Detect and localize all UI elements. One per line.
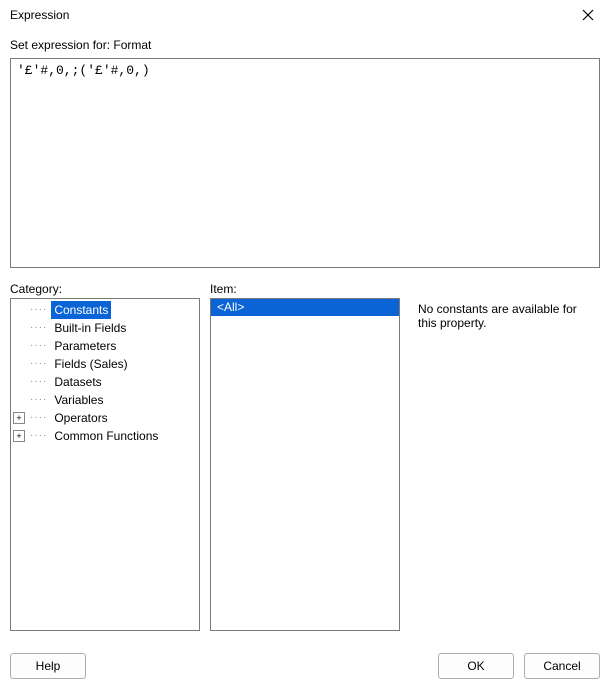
expand-icon[interactable]: + bbox=[13, 412, 25, 424]
item-label: Item: bbox=[210, 282, 400, 296]
item-list-item[interactable]: <All> bbox=[211, 299, 399, 316]
category-tree-label: Datasets bbox=[51, 373, 104, 391]
help-button[interactable]: Help bbox=[10, 653, 86, 679]
cancel-button[interactable]: Cancel bbox=[524, 653, 600, 679]
dialog-content: Set expression for: Format Category: Ite… bbox=[0, 30, 610, 641]
category-tree-label: Fields (Sales) bbox=[51, 355, 130, 373]
close-button[interactable] bbox=[568, 1, 608, 29]
tree-indent bbox=[13, 322, 25, 334]
tree-connector-icon: ···· bbox=[30, 409, 47, 427]
tree-indent bbox=[13, 358, 25, 370]
category-tree-item[interactable]: ····Built-in Fields bbox=[11, 319, 199, 337]
category-tree-item[interactable]: ····Fields (Sales) bbox=[11, 355, 199, 373]
panel-labels: Category: Item: bbox=[10, 282, 600, 296]
close-icon bbox=[582, 9, 594, 21]
category-tree-label: Parameters bbox=[51, 337, 119, 355]
expression-input[interactable] bbox=[10, 58, 600, 268]
category-tree-label: Variables bbox=[51, 391, 106, 409]
category-tree-item[interactable]: + ····Operators bbox=[11, 409, 199, 427]
category-tree-label: Built-in Fields bbox=[51, 319, 129, 337]
expand-icon[interactable]: + bbox=[13, 430, 25, 442]
dialog-footer: Help OK Cancel bbox=[0, 641, 610, 691]
dialog-title: Expression bbox=[10, 8, 568, 22]
panels-row: ····Constants····Built-in Fields····Para… bbox=[10, 298, 600, 631]
category-tree: ····Constants····Built-in Fields····Para… bbox=[11, 299, 199, 447]
category-tree-item[interactable]: ····Datasets bbox=[11, 373, 199, 391]
category-tree-label: Common Functions bbox=[51, 427, 161, 445]
category-tree-item[interactable]: ····Variables bbox=[11, 391, 199, 409]
tree-connector-icon: ···· bbox=[30, 373, 47, 391]
help-panel: No constants are available for this prop… bbox=[410, 298, 600, 631]
tree-connector-icon: ···· bbox=[30, 337, 47, 355]
tree-connector-icon: ···· bbox=[30, 391, 47, 409]
tree-indent bbox=[13, 376, 25, 388]
category-tree-label: Constants bbox=[51, 301, 111, 319]
ok-button[interactable]: OK bbox=[438, 653, 514, 679]
category-panel[interactable]: ····Constants····Built-in Fields····Para… bbox=[10, 298, 200, 631]
category-label: Category: bbox=[10, 282, 200, 296]
category-tree-item[interactable]: ····Parameters bbox=[11, 337, 199, 355]
tree-indent bbox=[13, 394, 25, 406]
tree-indent bbox=[13, 304, 25, 316]
titlebar: Expression bbox=[0, 0, 610, 30]
tree-connector-icon: ···· bbox=[30, 355, 47, 373]
tree-connector-icon: ···· bbox=[30, 427, 47, 445]
tree-connector-icon: ···· bbox=[30, 319, 47, 337]
expression-dialog: Expression Set expression for: Format Ca… bbox=[0, 0, 610, 691]
help-text: No constants are available for this prop… bbox=[418, 302, 577, 330]
category-tree-item[interactable]: + ····Common Functions bbox=[11, 427, 199, 445]
tree-indent bbox=[13, 340, 25, 352]
category-tree-item[interactable]: ····Constants bbox=[11, 301, 199, 319]
category-tree-label: Operators bbox=[51, 409, 110, 427]
item-panel[interactable]: <All> bbox=[210, 298, 400, 631]
subtitle-label: Set expression for: Format bbox=[10, 38, 600, 52]
tree-connector-icon: ···· bbox=[30, 301, 47, 319]
item-list: <All> bbox=[211, 299, 399, 316]
